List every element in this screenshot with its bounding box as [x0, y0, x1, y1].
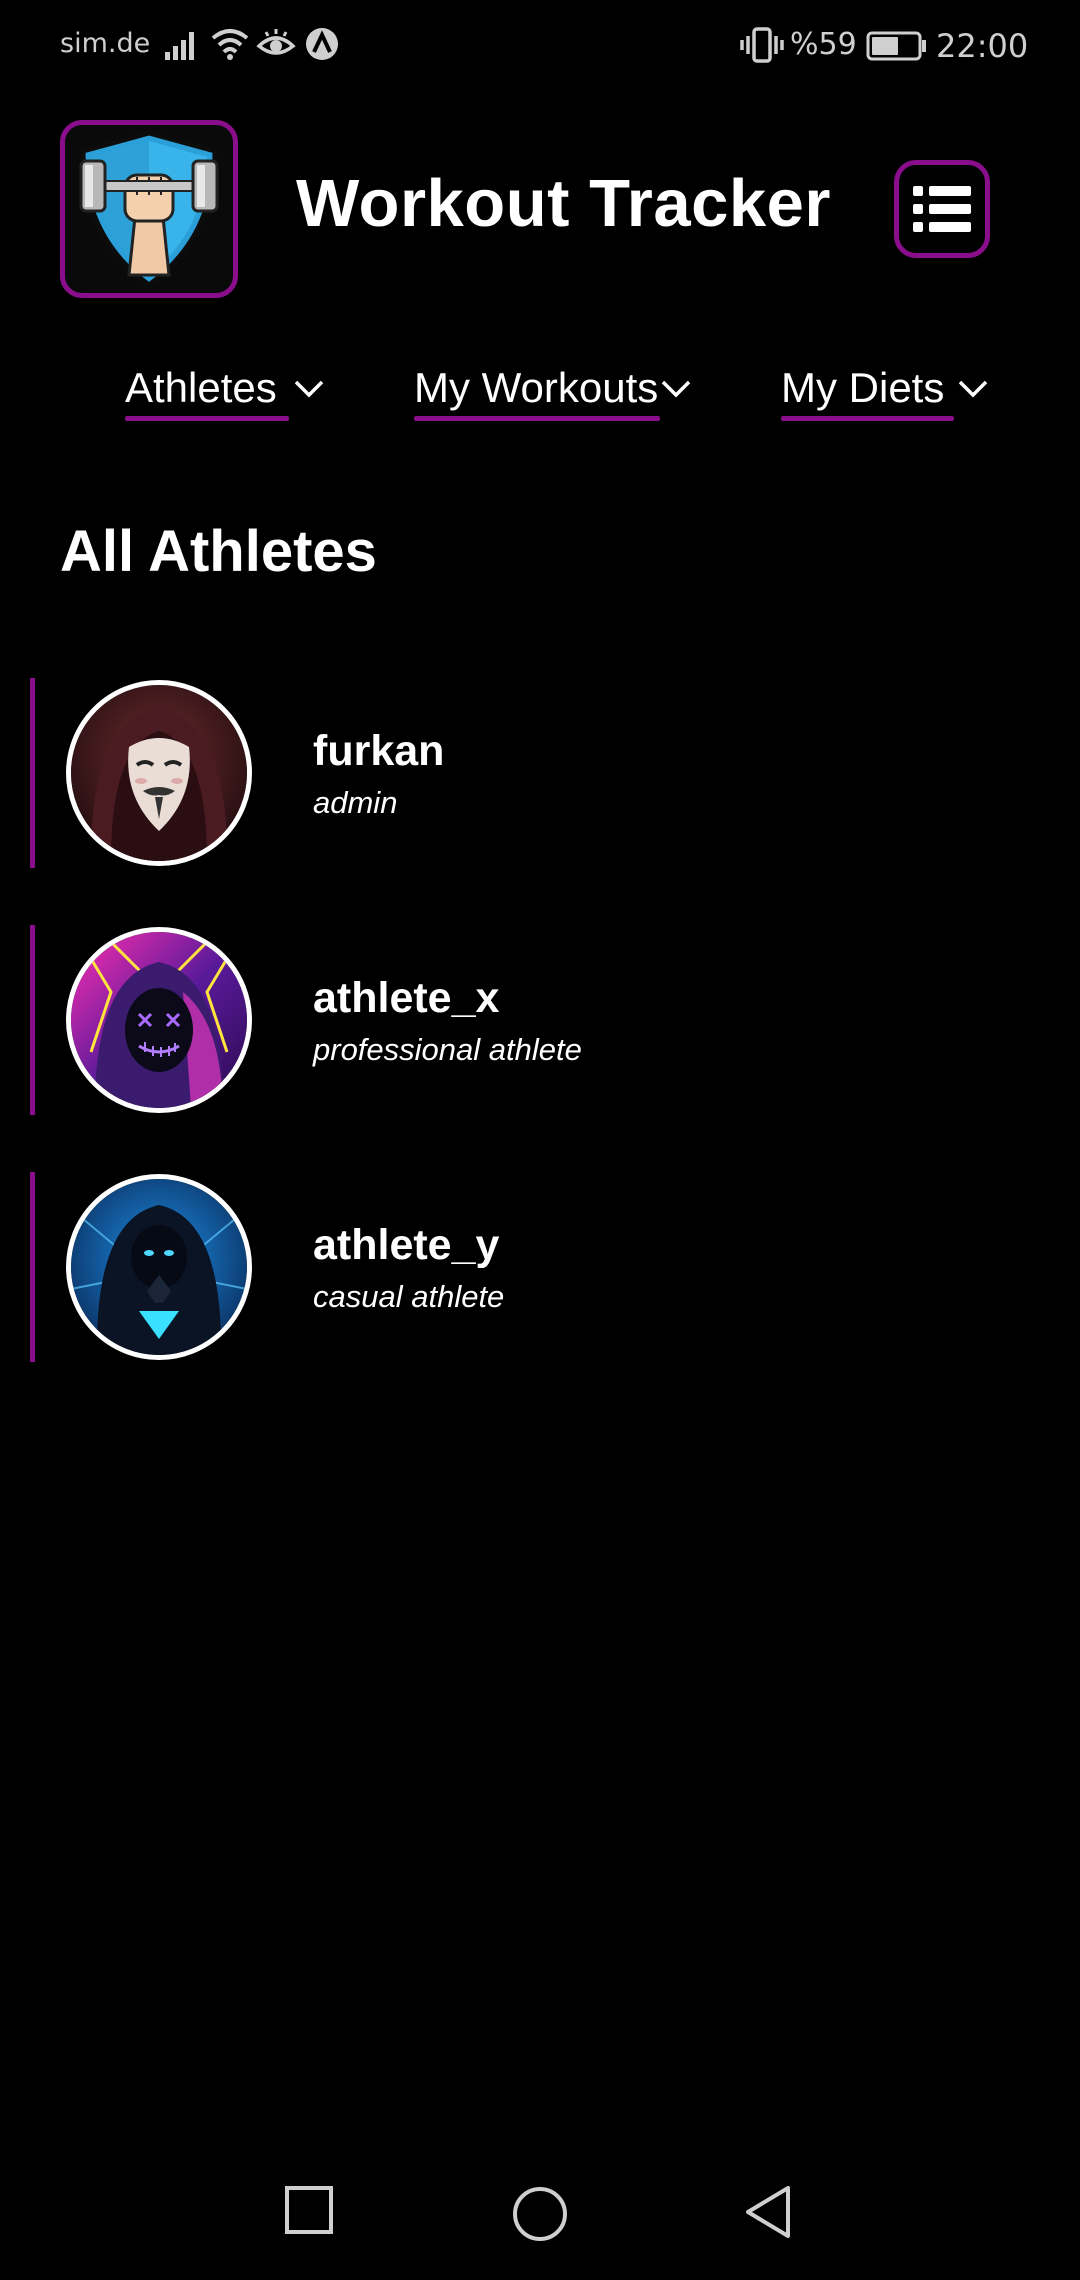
- athlete-name: athlete_y: [313, 1221, 500, 1269]
- battery-percent: %59: [790, 27, 857, 62]
- nav-my-workouts-underline: [414, 416, 660, 421]
- back-icon[interactable]: [742, 2184, 794, 2240]
- athlete-role: casual athlete: [313, 1279, 505, 1314]
- status-bar: sim.de %59 22:00: [0, 0, 1080, 90]
- dumbbell-fist-shield-icon: [79, 130, 219, 289]
- nav-my-workouts-label: My Workouts: [414, 364, 659, 411]
- chevron-down-icon: [294, 380, 324, 398]
- athlete-list-item[interactable]: furkan admin: [30, 678, 1050, 868]
- athlete-list-item[interactable]: athlete_y casual athlete: [30, 1172, 1050, 1362]
- chevron-down-icon: [958, 380, 988, 398]
- chevron-down-icon: [661, 380, 691, 398]
- section-title: All Athletes: [60, 519, 377, 584]
- carrier-name: sim.de: [60, 28, 151, 59]
- neon-hood-avatar-image: [71, 932, 247, 1108]
- app-logo[interactable]: [60, 120, 238, 298]
- avatar: [66, 1174, 252, 1360]
- nav-my-diets-underline: [781, 416, 954, 421]
- athlete-role: professional athlete: [313, 1032, 582, 1067]
- a-icon: [306, 28, 338, 60]
- home-icon[interactable]: [510, 2184, 570, 2244]
- app-title: Workout Tracker: [296, 166, 831, 241]
- nav-my-diets[interactable]: My Diets: [781, 364, 991, 428]
- list-menu-icon: [913, 186, 971, 232]
- nav-my-diets-label: My Diets: [781, 364, 945, 411]
- accent-bar: [30, 678, 35, 868]
- nav-athletes[interactable]: Athletes: [125, 364, 325, 428]
- avatar: [66, 680, 252, 866]
- battery-icon: [866, 31, 926, 61]
- nav-athletes-label: Athletes: [125, 364, 277, 411]
- blue-hood-avatar-image: [71, 1179, 247, 1355]
- nav-athletes-underline: [125, 416, 289, 421]
- accent-bar: [30, 925, 35, 1115]
- eye-comfort-icon: [256, 29, 296, 55]
- system-navigation-bar: [0, 2160, 1080, 2280]
- avatar: [66, 927, 252, 1113]
- menu-button[interactable]: [894, 160, 990, 258]
- clock: 22:00: [936, 27, 1029, 65]
- athlete-role: admin: [313, 785, 398, 820]
- vibrate-icon: [740, 27, 784, 63]
- recent-apps-icon[interactable]: [283, 2184, 335, 2236]
- nav-my-workouts[interactable]: My Workouts: [414, 364, 696, 428]
- mask-avatar-image: [71, 685, 247, 861]
- athlete-name: athlete_x: [313, 974, 500, 1022]
- signal-icon: [165, 32, 194, 60]
- athlete-list-item[interactable]: athlete_x professional athlete: [30, 925, 1050, 1115]
- athlete-name: furkan: [313, 727, 445, 775]
- accent-bar: [30, 1172, 35, 1362]
- wifi-icon: [211, 29, 249, 60]
